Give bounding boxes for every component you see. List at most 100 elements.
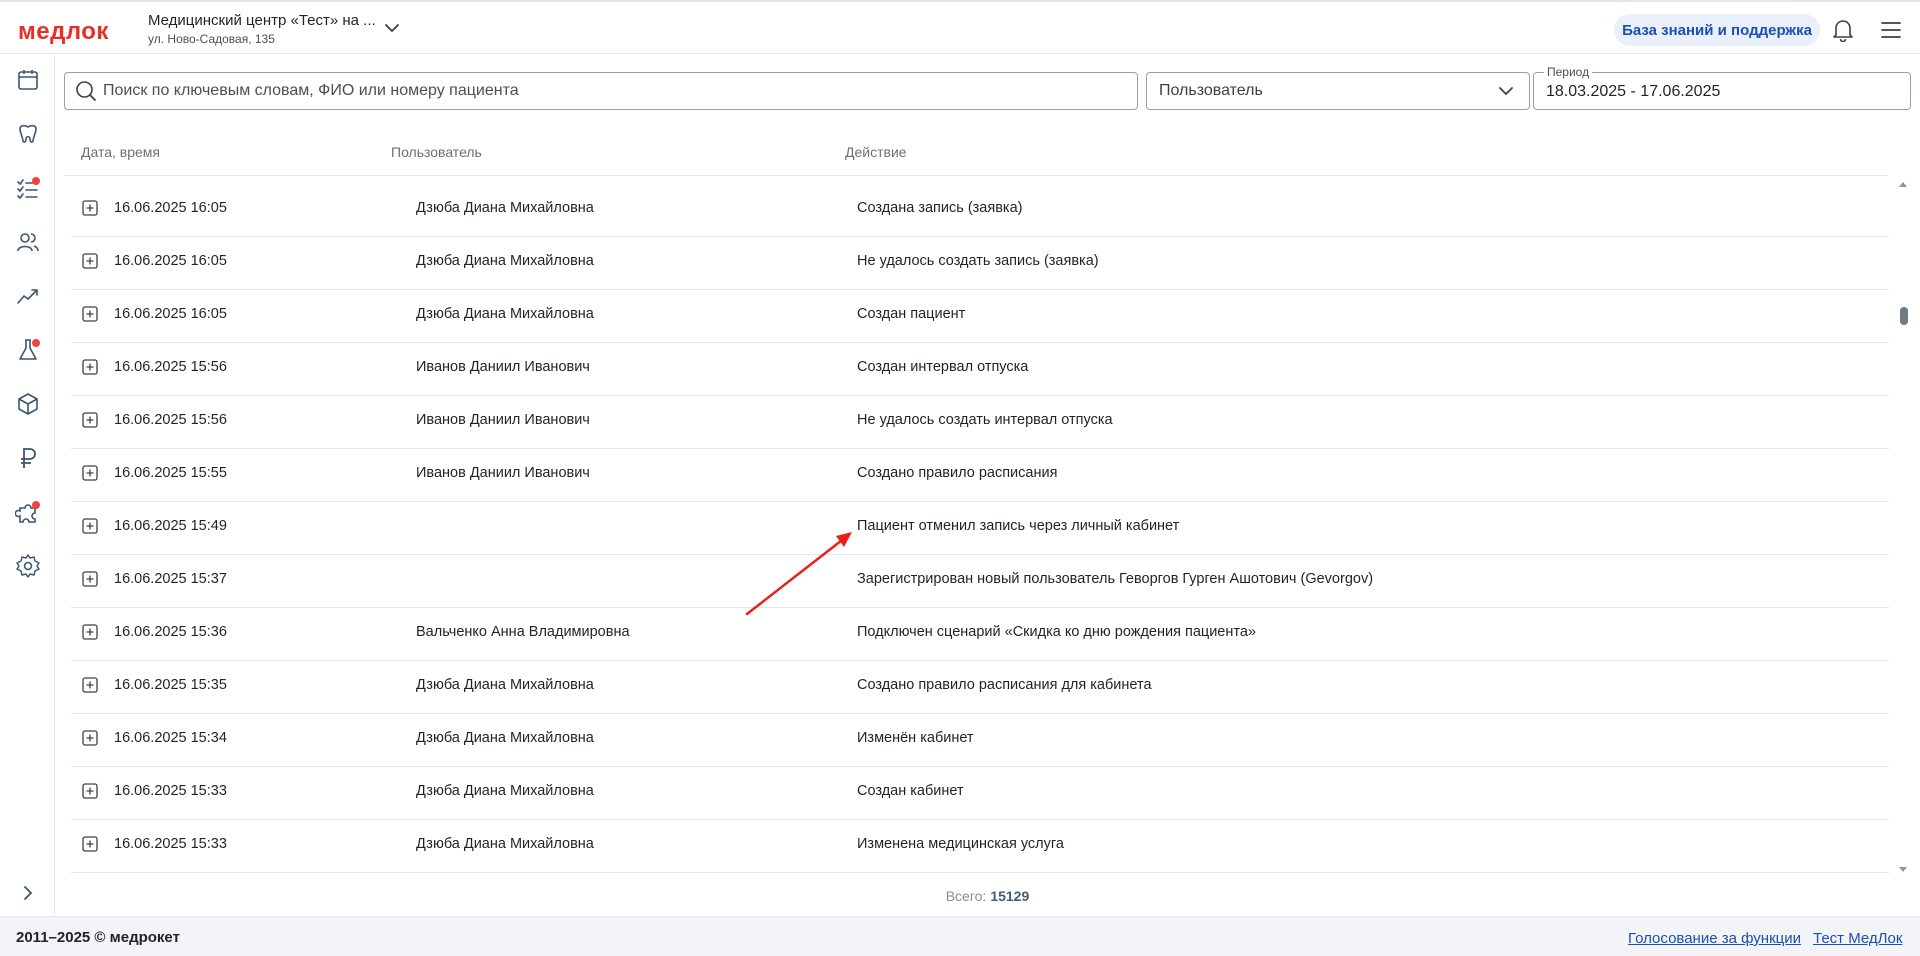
- cell-datetime: 16.06.2025 15:55: [114, 465, 227, 481]
- notification-badge: [32, 501, 40, 509]
- cell-user: Иванов Даниил Иванович: [416, 359, 590, 375]
- expand-plus-icon[interactable]: [82, 465, 98, 481]
- box-icon[interactable]: [15, 391, 41, 417]
- medlok-logo[interactable]: медлок: [18, 18, 109, 46]
- vote-features-link[interactable]: Голосование за функции: [1628, 930, 1801, 947]
- cell-datetime: 16.06.2025 15:37: [114, 571, 227, 587]
- column-header-datetime[interactable]: Дата, время: [81, 144, 160, 160]
- cell-datetime: 16.06.2025 16:05: [114, 253, 227, 269]
- cell-user: Дзюба Диана Михайловна: [416, 836, 594, 852]
- expand-plus-icon[interactable]: [82, 624, 98, 640]
- table-row[interactable]: 16.06.2025 16:05 Дзюба Диана Михайловна Не…: [71, 237, 1889, 290]
- expand-plus-icon[interactable]: [82, 359, 98, 375]
- scroll-down-arrow-icon[interactable]: [1897, 864, 1909, 876]
- cell-action: Создано правило расписания для кабинета: [857, 677, 1152, 693]
- cell-datetime: 16.06.2025 16:05: [114, 200, 227, 216]
- footer: 2011–2025 © медрокет Голосование за функ…: [0, 916, 1920, 956]
- user-select[interactable]: Пользователь: [1146, 72, 1530, 110]
- cell-user: Дзюба Диана Михайловна: [416, 730, 594, 746]
- table-row[interactable]: 16.06.2025 15:34 Дзюба Диана Михайловна Из…: [71, 714, 1889, 767]
- period-field[interactable]: Период 18.03.2025 - 17.06.2025: [1533, 65, 1911, 110]
- expand-plus-icon[interactable]: [82, 677, 98, 693]
- cell-datetime: 16.06.2025 15:35: [114, 677, 227, 693]
- scroll-up-arrow-icon[interactable]: [1897, 178, 1909, 190]
- search-input[interactable]: [103, 82, 1103, 100]
- tooth-icon[interactable]: [15, 121, 41, 147]
- ruble-icon[interactable]: [15, 445, 41, 471]
- cell-action: Изменена медицинская услуга: [857, 836, 1064, 852]
- cell-datetime: 16.06.2025 15:36: [114, 624, 227, 640]
- total-value: 15129: [990, 888, 1030, 904]
- expand-plus-icon[interactable]: [82, 518, 98, 534]
- notification-badge: [32, 339, 40, 347]
- cell-user: Вальченко Анна Владимировна: [416, 624, 630, 640]
- cell-action: Создан интервал отпуска: [857, 359, 1029, 375]
- cell-datetime: 16.06.2025 15:56: [114, 412, 227, 428]
- table-row[interactable]: 16.06.2025 16:05 Дзюба Диана Михайловна Со…: [71, 290, 1889, 343]
- search-field[interactable]: [64, 72, 1138, 110]
- table-row[interactable]: 16.06.2025 16:05 Дзюба Диана Михайловна Со…: [71, 184, 1889, 237]
- cell-datetime: 16.06.2025 15:34: [114, 730, 227, 746]
- gear-icon[interactable]: [15, 553, 41, 579]
- cell-datetime: 16.06.2025 15:49: [114, 518, 227, 534]
- chevron-down-icon: [1499, 87, 1513, 96]
- expand-plus-icon[interactable]: [82, 253, 98, 269]
- calendar-icon[interactable]: [15, 67, 41, 93]
- notification-badge: [32, 177, 40, 185]
- org-switcher[interactable]: Медицинский центр «Тест» на ... ул. Ново…: [148, 12, 378, 46]
- test-medlok-link[interactable]: Тест МедЛок: [1813, 930, 1902, 947]
- period-label: Период: [1544, 65, 1593, 79]
- table-row[interactable]: 16.06.2025 15:56 Иванов Даниил Иванович Со…: [71, 343, 1889, 396]
- cell-datetime: 16.06.2025 15:56: [114, 359, 227, 375]
- cell-action: Не удалось создать запись (заявка): [857, 253, 1099, 269]
- sidebar: [0, 55, 55, 915]
- period-value: 18.03.2025 - 17.06.2025: [1546, 83, 1721, 100]
- cell-datetime: 16.06.2025 16:05: [114, 306, 227, 322]
- cell-user: Дзюба Диана Михайловна: [416, 783, 594, 799]
- knowledge-base-button[interactable]: База знаний и поддержка: [1614, 14, 1820, 46]
- table-row[interactable]: 16.06.2025 15:33 Дзюба Диана Михайловна Из…: [71, 820, 1889, 873]
- bell-icon[interactable]: [1832, 18, 1854, 42]
- cell-action: Не удалось создать интервал отпуска: [857, 412, 1113, 428]
- cell-user: Дзюба Диана Михайловна: [416, 253, 594, 269]
- column-header-user[interactable]: Пользователь: [391, 144, 482, 160]
- expand-plus-icon[interactable]: [82, 783, 98, 799]
- cell-action: Создана запись (заявка): [857, 200, 1023, 216]
- table-row[interactable]: 16.06.2025 15:37 Зарегистрирован новый по…: [71, 555, 1889, 608]
- table-row[interactable]: 16.06.2025 15:55 Иванов Даниил Иванович Со…: [71, 449, 1889, 502]
- table-row[interactable]: 16.06.2025 15:33 Дзюба Диана Михайловна Со…: [71, 767, 1889, 820]
- cell-action: Создан кабинет: [857, 783, 964, 799]
- cell-datetime: 16.06.2025 15:33: [114, 783, 227, 799]
- cell-datetime: 16.06.2025 15:33: [114, 836, 227, 852]
- chevron-down-icon[interactable]: [382, 20, 402, 36]
- table-row[interactable]: 16.06.2025 15:35 Дзюба Диана Михайловна Со…: [71, 661, 1889, 714]
- cell-action: Изменён кабинет: [857, 730, 974, 746]
- cell-user: Дзюба Диана Михайловна: [416, 200, 594, 216]
- table-body: 16.06.2025 16:05 Дзюба Диана Михайловна Со…: [71, 184, 1889, 874]
- cell-action: Пациент отменил запись через личный каби…: [857, 518, 1180, 534]
- app-header: медлок Медицинский центр «Тест» на ... у…: [0, 2, 1920, 54]
- org-address: ул. Ново-Садовая, 135: [148, 32, 275, 46]
- copyright: 2011–2025 © медрокет: [16, 929, 180, 946]
- search-icon: [76, 81, 96, 101]
- expand-plus-icon[interactable]: [82, 306, 98, 322]
- cell-user: Иванов Даниил Иванович: [416, 412, 590, 428]
- expand-plus-icon[interactable]: [82, 200, 98, 216]
- expand-plus-icon[interactable]: [82, 730, 98, 746]
- scrollbar-thumb[interactable]: [1900, 307, 1908, 325]
- org-name: Медицинский центр «Тест» на ...: [148, 12, 376, 29]
- expand-plus-icon[interactable]: [82, 571, 98, 587]
- users-icon[interactable]: [15, 229, 41, 255]
- table-row[interactable]: 16.06.2025 15:49 Пациент отменил запись ч…: [71, 502, 1889, 555]
- expand-plus-icon[interactable]: [82, 412, 98, 428]
- hamburger-menu-icon[interactable]: [1880, 20, 1902, 40]
- expand-plus-icon[interactable]: [82, 836, 98, 852]
- column-header-action[interactable]: Действие: [845, 144, 907, 160]
- table-row[interactable]: 16.06.2025 15:36 Вальченко Анна Владимиро…: [71, 608, 1889, 661]
- cell-action: Создан пациент: [857, 306, 966, 322]
- user-select-value: Пользователь: [1159, 82, 1263, 99]
- table-row[interactable]: 16.06.2025 15:56 Иванов Даниил Иванович Не…: [71, 396, 1889, 449]
- table-header: Дата, время Пользователь Действие: [64, 140, 1888, 176]
- analytics-chart-icon[interactable]: [15, 283, 41, 309]
- cell-user: Дзюба Диана Михайловна: [416, 677, 594, 693]
